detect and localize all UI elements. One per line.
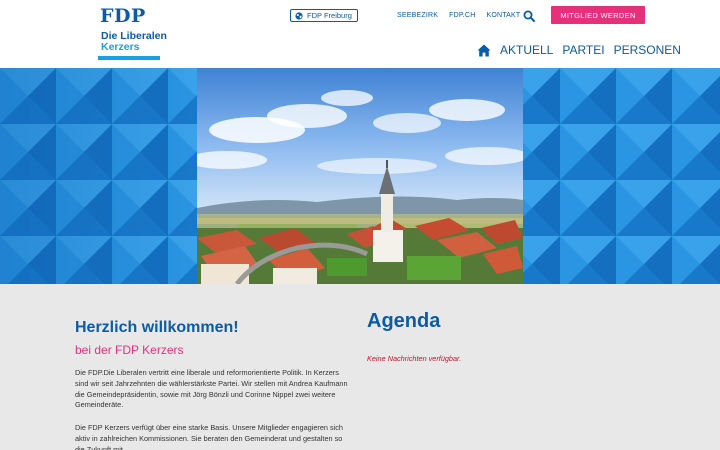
become-member-button[interactable]: MITGLIED WERDEN: [551, 6, 645, 24]
logo-underline: [98, 56, 160, 60]
search-icon[interactable]: [523, 10, 535, 22]
top-links: SEEBEZIRK FDP.CH KONTAKT: [397, 12, 520, 19]
intro-paragraph-1: Die FDP.Die Liberalen vertritt eine libe…: [75, 368, 348, 410]
main-navigation: AKTUELL PARTEI PERSONEN: [477, 43, 681, 57]
nav-aktuell[interactable]: AKTUELL: [500, 43, 553, 57]
intro-paragraph-2: Die FDP Kerzers verfügt über eine starke…: [75, 423, 343, 450]
agenda-title: Agenda: [367, 310, 441, 332]
welcome-subtitle: bei der FDP Kerzers: [75, 343, 184, 357]
toplink-seebezirk[interactable]: SEEBEZIRK: [397, 12, 438, 19]
logo-section-name: Kerzers: [101, 41, 140, 53]
content-section: Herzlich willkommen! bei der FDP Kerzers…: [0, 284, 720, 450]
toplink-fdp-ch[interactable]: FDP.CH: [449, 12, 475, 19]
hero-banner: [0, 68, 720, 284]
agenda-empty-message: Keine Nachrichten verfügbar.: [367, 354, 462, 363]
nav-personen[interactable]: PERSONEN: [614, 43, 681, 57]
region-button-label: FDP Freiburg: [307, 11, 352, 20]
logo-wordmark: FDP: [100, 5, 146, 27]
toplink-kontakt[interactable]: KONTAKT: [486, 12, 520, 19]
village-photo: [197, 68, 523, 284]
globe-icon: [295, 11, 303, 20]
fdp-logo[interactable]: FDP Die Liberalen Kerzers: [98, 5, 167, 60]
region-button[interactable]: FDP Freiburg: [290, 9, 358, 22]
nav-partei[interactable]: PARTEI: [562, 43, 604, 57]
home-icon[interactable]: [477, 44, 491, 57]
welcome-title: Herzlich willkommen!: [75, 319, 239, 336]
village-photo-illustration: [197, 68, 523, 284]
site-header: FDP Die Liberalen Kerzers FDP Freiburg S…: [0, 0, 720, 68]
